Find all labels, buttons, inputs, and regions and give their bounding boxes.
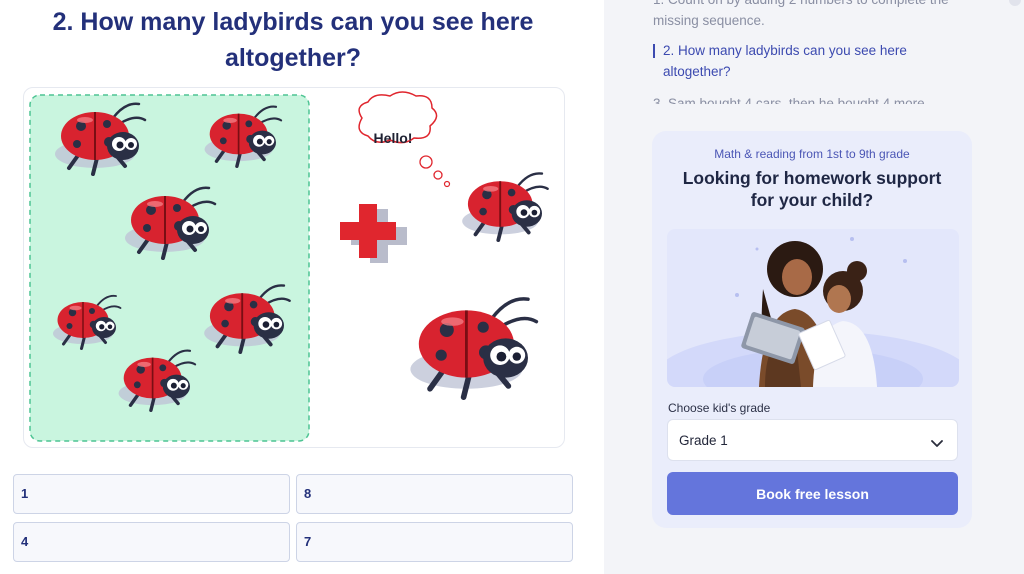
answer-option-4-label: 7 <box>304 534 312 549</box>
promo-title-text: Looking for homework support for your ch… <box>682 168 942 210</box>
speech-bubble-text: Hello! <box>374 130 413 146</box>
answer-option-2[interactable]: 8 <box>296 474 573 514</box>
ladybird-8 <box>410 299 536 397</box>
question-panel: 2. How many ladybirds can you see here a… <box>0 0 604 574</box>
promo-subtitle: Math & reading from 1st to 9th grade <box>714 147 910 161</box>
question-title: 2. How many ladybirds can you see here a… <box>0 4 586 76</box>
promo-card: Math & reading from 1st to 9th grade Loo… <box>652 131 972 528</box>
grade-select[interactable]: Grade 1 <box>667 419 958 461</box>
speech-bubble: Hello! <box>358 91 451 188</box>
toc-scroll-indicator <box>1009 0 1021 6</box>
question-title-line2: altogether? <box>224 44 362 72</box>
answer-option-1[interactable]: 1 <box>13 474 290 514</box>
toc-item-2-active[interactable]: 2. How many ladybirds can you see here a… <box>653 40 953 82</box>
answer-option-3[interactable]: 4 <box>13 522 290 562</box>
chevron-down-icon <box>931 435 943 453</box>
answer-option-3-label: 4 <box>21 534 29 549</box>
ladybird-7 <box>460 171 550 243</box>
plus-icon <box>340 204 407 263</box>
grade-label: Choose kid's grade <box>668 401 771 415</box>
ladybird-illustration: Hello! <box>23 87 565 448</box>
grade-select-value: Grade 1 <box>679 433 728 448</box>
answer-option-4[interactable]: 7 <box>296 522 573 562</box>
toc-item-3[interactable]: 3. Sam bought 4 cars, then he bought 4 m… <box>653 93 953 104</box>
question-title-line1: 2. How many ladybirds can you see here <box>52 8 534 36</box>
promo-title: Looking for homework support for your ch… <box>652 167 972 211</box>
promo-photo <box>667 229 959 387</box>
sidebar: 1. Count on by adding 2 numbers to compl… <box>604 0 1024 574</box>
book-free-lesson-button[interactable]: Book free lesson <box>667 472 958 515</box>
answer-option-1-label: 1 <box>21 486 29 501</box>
answer-option-2-label: 8 <box>304 486 312 501</box>
toc-item-1[interactable]: 1. Count on by adding 2 numbers to compl… <box>653 0 953 31</box>
